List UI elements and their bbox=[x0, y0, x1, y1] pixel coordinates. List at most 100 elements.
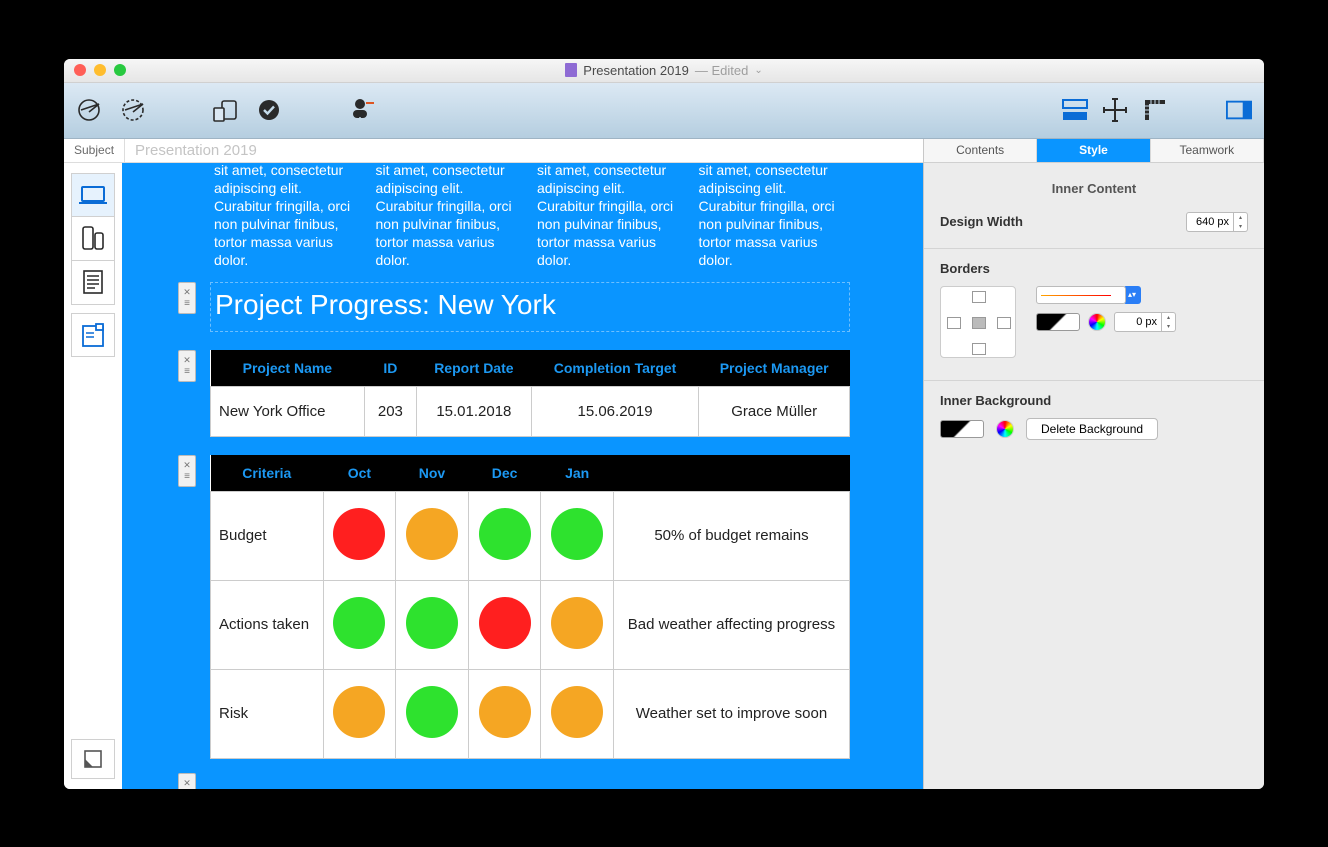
canvas-area: sit amet, consectetur adipiscing elit. C… bbox=[64, 163, 923, 789]
stepper-buttons[interactable]: ▴▾ bbox=[1234, 212, 1248, 232]
border-color-swatch[interactable] bbox=[1036, 313, 1080, 331]
th-note bbox=[613, 455, 849, 492]
cell[interactable] bbox=[396, 669, 469, 758]
background-color-swatch[interactable] bbox=[940, 420, 984, 438]
status-dot-green bbox=[406, 686, 458, 738]
tab-contents[interactable]: Contents bbox=[924, 139, 1037, 162]
send-icon[interactable] bbox=[76, 97, 102, 123]
border-style-select[interactable]: ▴▾ bbox=[1036, 286, 1176, 304]
cell[interactable] bbox=[323, 669, 396, 758]
cell[interactable]: Weather set to improve soon bbox=[613, 669, 849, 758]
th-report-date: Report Date bbox=[417, 350, 532, 387]
cell[interactable]: 50% of budget remains bbox=[613, 491, 849, 580]
title-text: Presentation 2019 bbox=[583, 63, 689, 78]
device-tabs bbox=[64, 163, 122, 789]
subject-value[interactable]: Presentation 2019 bbox=[125, 142, 257, 159]
background-row: Delete Background bbox=[940, 418, 1248, 440]
send-dashed-icon[interactable] bbox=[120, 97, 146, 123]
lorem-col[interactable]: sit amet, consectetur adipiscing elit. C… bbox=[533, 163, 689, 274]
status-dot-orange bbox=[551, 597, 603, 649]
border-center[interactable] bbox=[972, 317, 986, 329]
cell[interactable] bbox=[323, 491, 396, 580]
status-table[interactable]: Criteria Oct Nov Dec Jan Budget bbox=[210, 455, 850, 759]
lorem-col[interactable]: sit amet, consectetur adipiscing elit. C… bbox=[372, 163, 528, 274]
heading-block[interactable]: Project Progress: New York bbox=[210, 282, 850, 332]
color-picker-icon[interactable] bbox=[1088, 313, 1106, 331]
cell[interactable] bbox=[323, 580, 396, 669]
cell[interactable] bbox=[541, 580, 614, 669]
border-width-input[interactable] bbox=[1114, 312, 1162, 332]
cell[interactable]: Actions taken bbox=[211, 580, 324, 669]
project-info-table[interactable]: Project Name ID Report Date Completion T… bbox=[210, 350, 850, 437]
tab-teamwork[interactable]: Teamwork bbox=[1151, 139, 1264, 162]
check-circle-icon[interactable] bbox=[256, 97, 282, 123]
cell[interactable]: Bad weather affecting progress bbox=[613, 580, 849, 669]
status-dot-red bbox=[333, 508, 385, 560]
status-dot-red bbox=[479, 597, 531, 649]
person-block-icon[interactable] bbox=[348, 97, 374, 123]
delete-background-button[interactable]: Delete Background bbox=[1026, 418, 1158, 440]
ruler-corner-icon[interactable] bbox=[1142, 97, 1168, 123]
cell[interactable]: Risk bbox=[211, 669, 324, 758]
status-dot-green bbox=[406, 597, 458, 649]
maximize-window-button[interactable] bbox=[114, 64, 126, 76]
cell[interactable]: 203 bbox=[364, 386, 416, 436]
cell[interactable] bbox=[468, 491, 541, 580]
section-handle[interactable]: ✕≡ bbox=[178, 773, 196, 789]
design-width-input[interactable] bbox=[1186, 212, 1234, 232]
cell[interactable] bbox=[396, 491, 469, 580]
section-inner-content: Inner Content bbox=[940, 181, 1248, 196]
cell[interactable] bbox=[468, 669, 541, 758]
crosshair-icon[interactable] bbox=[1102, 97, 1128, 123]
device-tab-mobile[interactable] bbox=[71, 217, 115, 261]
cell[interactable] bbox=[468, 580, 541, 669]
cell[interactable] bbox=[541, 669, 614, 758]
border-top[interactable] bbox=[972, 291, 986, 303]
cell[interactable]: Grace Müller bbox=[699, 386, 850, 436]
color-picker-icon[interactable] bbox=[996, 420, 1014, 438]
section-handle[interactable]: ✕≡ bbox=[178, 455, 196, 487]
toggle-sidebar-icon[interactable] bbox=[1226, 97, 1252, 123]
border-width-stepper[interactable]: ▴▾ bbox=[1114, 312, 1176, 332]
page-setup-button[interactable] bbox=[71, 739, 115, 779]
device-tab-source[interactable] bbox=[71, 313, 115, 357]
cell[interactable] bbox=[396, 580, 469, 669]
toolbar-right bbox=[1062, 97, 1252, 123]
status-dot-orange bbox=[551, 686, 603, 738]
document: sit amet, consectetur adipiscing elit. C… bbox=[210, 163, 850, 773]
cell[interactable]: New York Office bbox=[211, 386, 365, 436]
table-row: Actions taken Bad weather affecting prog… bbox=[211, 580, 850, 669]
subject-bar: Subject Presentation 2019 bbox=[64, 139, 923, 163]
close-window-button[interactable] bbox=[74, 64, 86, 76]
title-chevron-icon[interactable]: ⌄ bbox=[754, 65, 762, 76]
border-bottom[interactable] bbox=[972, 343, 986, 355]
devices-icon[interactable] bbox=[212, 97, 238, 123]
border-left[interactable] bbox=[947, 317, 961, 329]
table-row: Budget 50% of budget remains bbox=[211, 491, 850, 580]
cell[interactable]: 15.01.2018 bbox=[417, 386, 532, 436]
stepper-buttons[interactable]: ▴▾ bbox=[1162, 312, 1176, 332]
border-selector[interactable] bbox=[940, 286, 1016, 358]
lorem-col[interactable]: sit amet, consectetur adipiscing elit. C… bbox=[695, 163, 851, 274]
layout-block-icon[interactable] bbox=[1062, 97, 1088, 123]
minimize-window-button[interactable] bbox=[94, 64, 106, 76]
inspector-panel: Contents Style Teamwork Inner Content De… bbox=[924, 139, 1264, 789]
section-handle[interactable]: ✕≡ bbox=[178, 350, 196, 382]
section-handle[interactable]: ✕≡ bbox=[178, 282, 196, 314]
th-dec: Dec bbox=[468, 455, 541, 492]
tab-style[interactable]: Style bbox=[1037, 139, 1150, 162]
inner-background-label: Inner Background bbox=[940, 393, 1248, 408]
cell[interactable]: Budget bbox=[211, 491, 324, 580]
cell[interactable] bbox=[541, 491, 614, 580]
device-tab-desktop[interactable] bbox=[71, 173, 115, 217]
canvas[interactable]: sit amet, consectetur adipiscing elit. C… bbox=[122, 163, 923, 789]
border-right[interactable] bbox=[997, 317, 1011, 329]
th-project-manager: Project Manager bbox=[699, 350, 850, 387]
status-dot-green bbox=[479, 508, 531, 560]
lorem-col[interactable]: sit amet, consectetur adipiscing elit. C… bbox=[210, 163, 366, 274]
cell[interactable]: 15.06.2019 bbox=[531, 386, 699, 436]
titlebar: Presentation 2019 — Edited ⌄ bbox=[64, 59, 1264, 83]
device-tab-text[interactable] bbox=[71, 261, 115, 305]
design-width-stepper[interactable]: ▴▾ bbox=[1186, 212, 1248, 232]
window-controls bbox=[74, 64, 126, 76]
